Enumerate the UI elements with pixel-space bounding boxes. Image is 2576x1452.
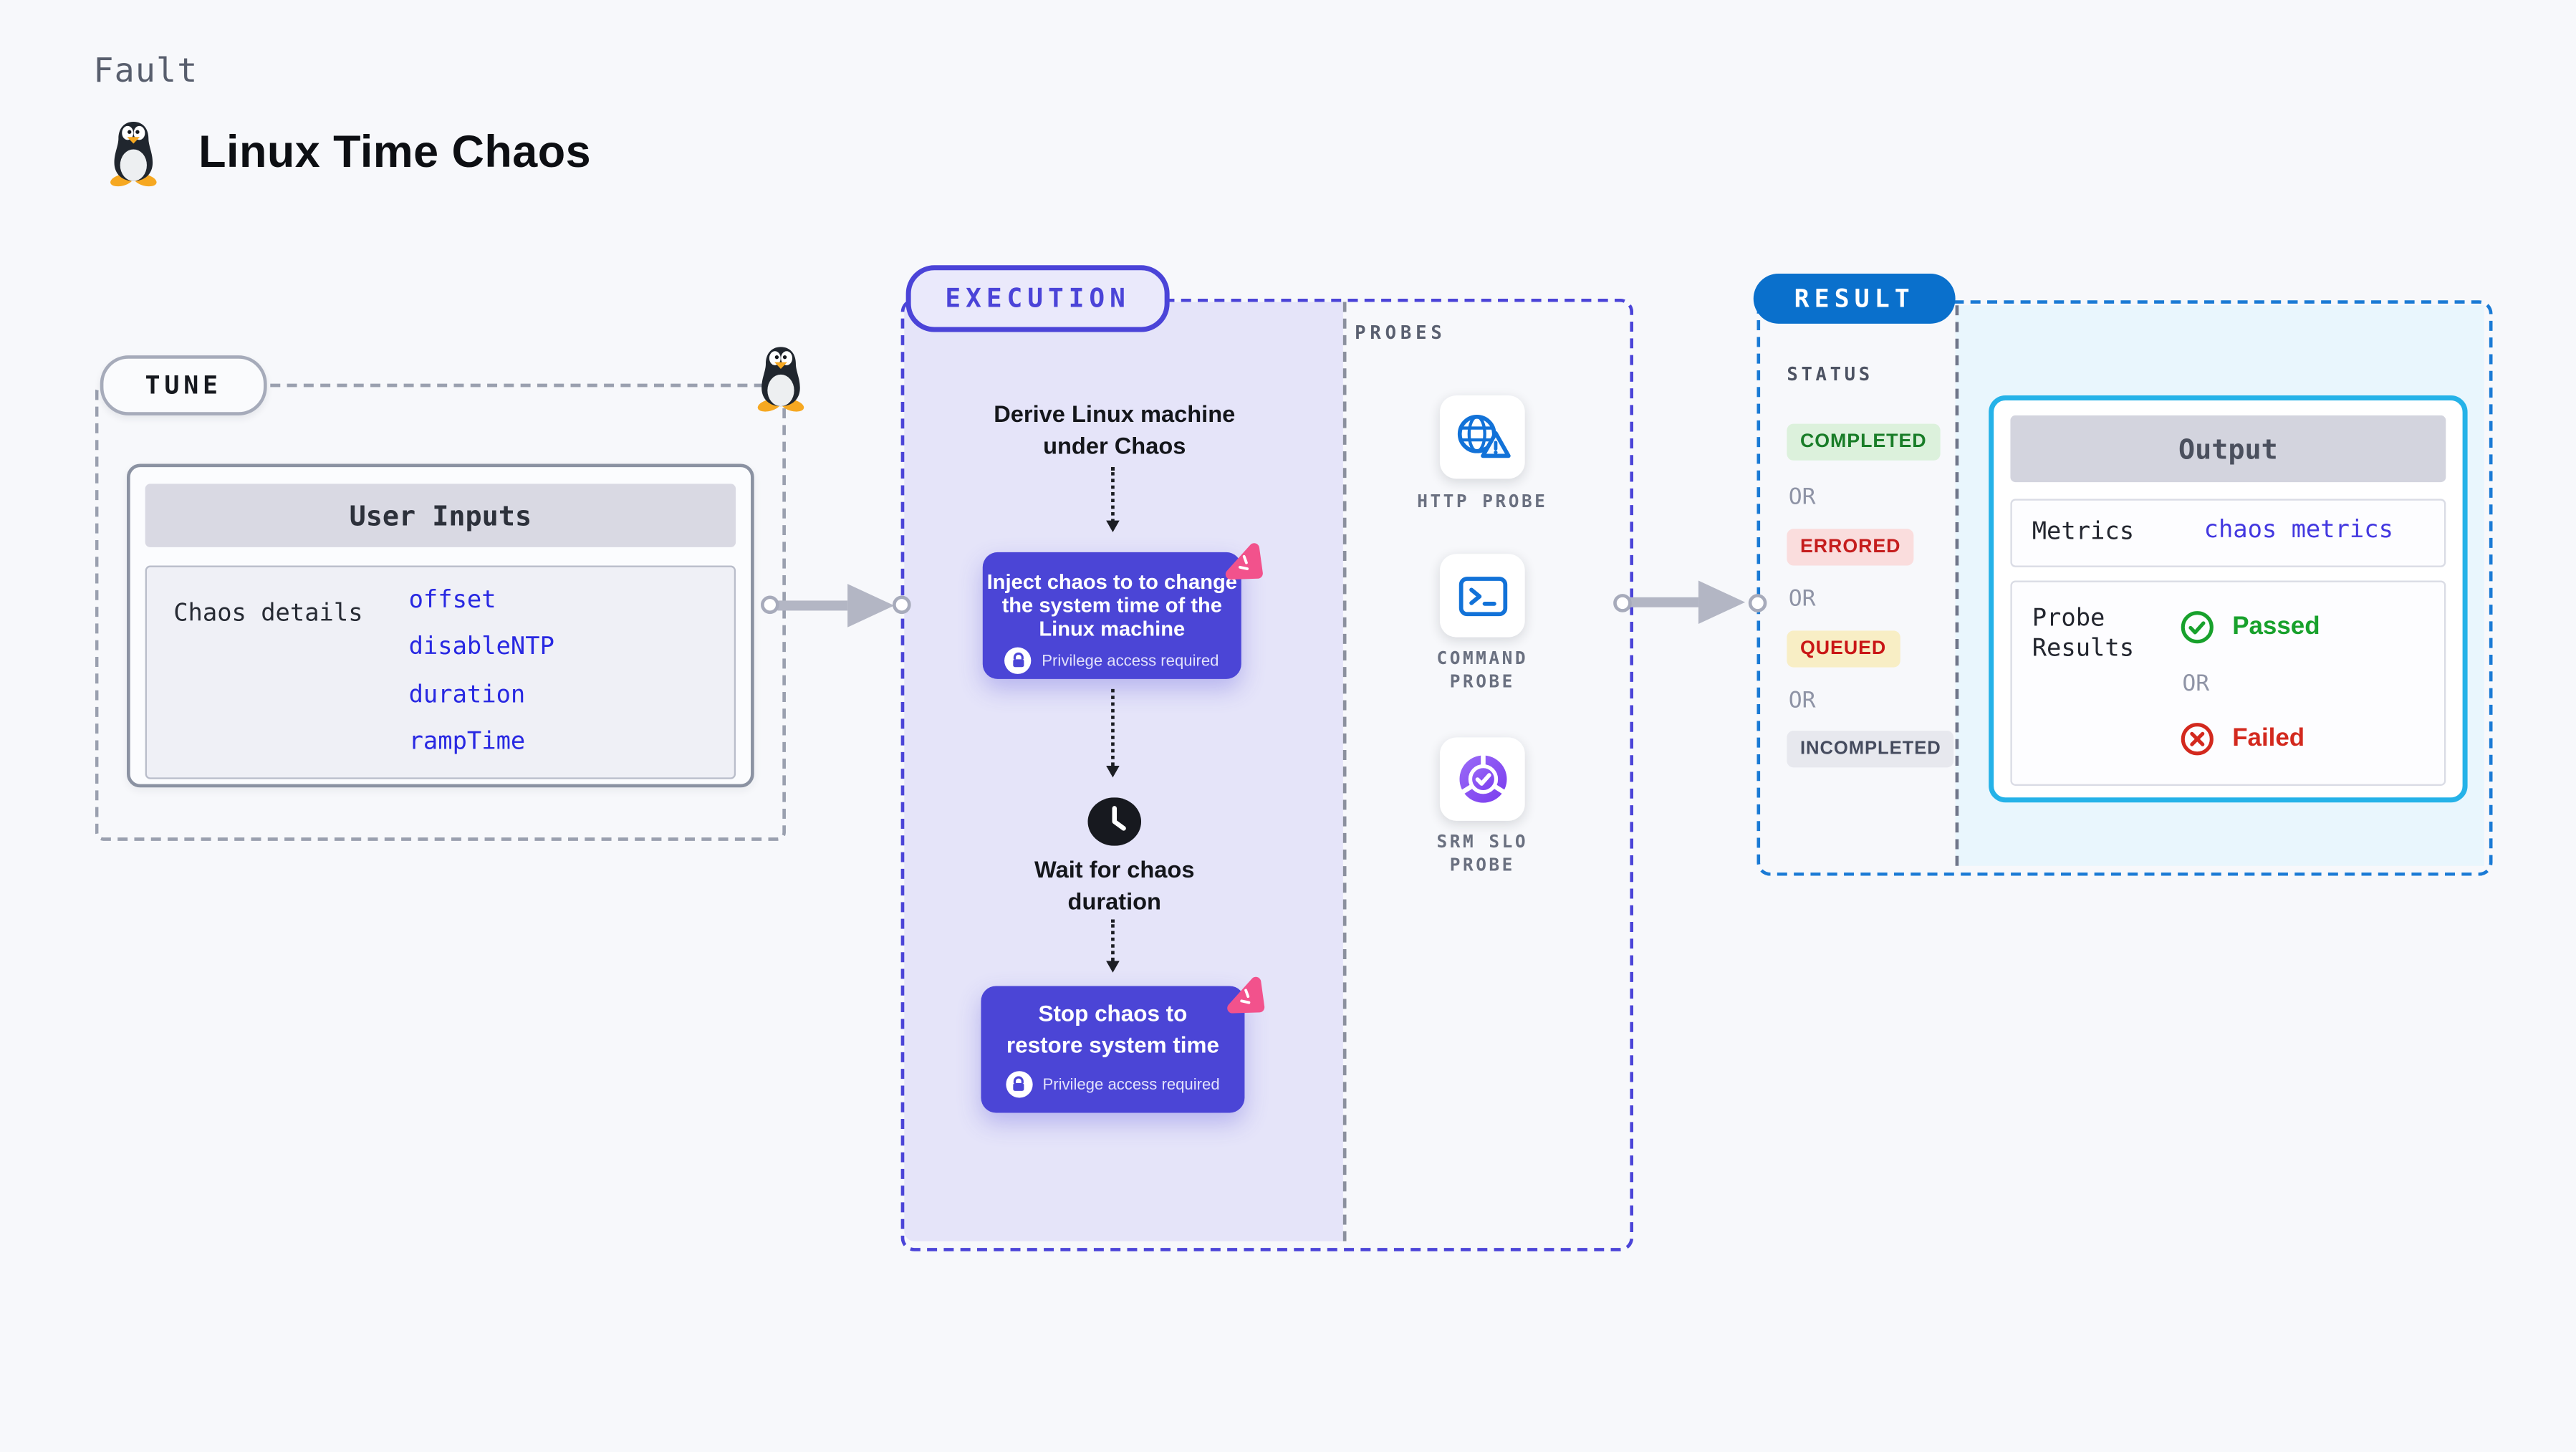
stop-chaos-step: Stop chaos to restore system time Privil…: [981, 986, 1245, 1113]
derive-line-2: under Chaos: [1043, 432, 1186, 459]
user-inputs-table: Chaos details offset disableNTP duration…: [145, 565, 736, 779]
flow-arrow-down-icon: [1105, 919, 1119, 973]
inject-line-3: Linux machine: [1039, 616, 1186, 640]
command-probe-label: COMMAND PROBE: [1381, 649, 1583, 694]
tux-penguin-icon: [110, 122, 157, 187]
privilege-note: Privilege access required: [1042, 652, 1219, 671]
probe-label-line: COMMAND: [1436, 648, 1529, 669]
or-separator: OR: [1788, 585, 1816, 612]
probe-label-line: PROBE: [1449, 855, 1515, 875]
metrics-row: Metrics chaos metrics: [2010, 499, 2446, 567]
chaos-logo-icon: [1227, 976, 1265, 1014]
probe-results-row: Probe Results Passed OR Failed: [2010, 580, 2446, 786]
chaos-details-label: Chaos details: [173, 600, 363, 628]
probes-section-label: PROBES: [1355, 322, 1446, 344]
flow-arrow-down-icon: [1105, 467, 1119, 532]
privilege-note: Privilege access required: [1042, 1075, 1220, 1094]
user-inputs-card: User Inputs Chaos details offset disable…: [127, 463, 754, 788]
srm-slo-probe-card: [1439, 737, 1525, 821]
clock-icon: [1087, 797, 1142, 846]
tunable-ramptime[interactable]: rampTime: [409, 729, 526, 756]
or-separator: OR: [1788, 484, 1816, 511]
execution-badge: EXECUTION: [905, 265, 1170, 332]
wait-line-1: Wait for chaos: [1034, 855, 1195, 883]
arrow-right-icon: [847, 582, 895, 627]
arrow-shaft: [1630, 597, 1698, 607]
probe-label-line: PROBE: [1449, 671, 1515, 692]
inject-line-1: Inject chaos to to change: [986, 570, 1237, 595]
derive-step-text: Derive Linux machine under Chaos: [934, 399, 1294, 463]
connector-dot: [893, 595, 911, 615]
lock-icon: [1005, 648, 1032, 675]
tunable-offset[interactable]: offset: [409, 587, 496, 614]
globe-alert-icon: [1456, 414, 1510, 458]
arrow-right-icon: [1698, 580, 1746, 625]
command-probe-card: [1439, 554, 1525, 638]
failed-label: Failed: [2232, 723, 2305, 753]
or-separator: OR: [1788, 687, 1816, 714]
inject-line-2: the system time of the: [1001, 593, 1222, 617]
user-inputs-title: User Inputs: [145, 484, 736, 547]
status-badge-incompleted: INCOMPLETED: [1787, 731, 1955, 768]
http-probe-label: HTTP PROBE: [1381, 492, 1583, 514]
terminal-icon: [1458, 575, 1507, 615]
tunable-duration[interactable]: duration: [409, 683, 526, 709]
connector-dot: [1747, 592, 1767, 612]
probes-divider-line: [1342, 302, 1347, 1241]
connector-dot: [1613, 592, 1632, 612]
output-title: Output: [2010, 415, 2446, 483]
wait-step-text: Wait for chaos duration: [934, 854, 1294, 918]
probe-label-line: SRM SLO: [1436, 832, 1529, 853]
status-badge-completed: COMPLETED: [1787, 423, 1941, 461]
probe-results-line: Probe: [2032, 605, 2105, 633]
or-separator: OR: [2182, 670, 2210, 698]
status-label: STATUS: [1787, 363, 1873, 385]
flow-arrow-down-icon: [1105, 688, 1119, 778]
tunable-disablentp[interactable]: disableNTP: [409, 634, 554, 660]
chaos-logo-icon: [1225, 543, 1263, 580]
wait-line-2: duration: [1067, 888, 1161, 915]
metrics-label: Metrics: [2032, 519, 2135, 546]
slo-pie-icon: [1458, 751, 1506, 803]
derive-line-1: Derive Linux machine: [994, 400, 1236, 428]
connector-dot: [761, 595, 779, 615]
passed-label: Passed: [2232, 612, 2320, 641]
tune-badge: TUNE: [100, 355, 267, 415]
probe-results-label: Probe Results: [2032, 604, 2134, 664]
srm-slo-probe-label: SRM SLO PROBE: [1381, 832, 1583, 878]
metrics-value-link[interactable]: chaos metrics: [2204, 517, 2393, 544]
result-badge: RESULT: [1753, 273, 1956, 324]
fault-category-label: Fault: [93, 49, 198, 90]
http-probe-card: [1439, 395, 1525, 479]
status-badge-errored: ERRORED: [1787, 529, 1915, 566]
stop-line-1: Stop chaos to: [1038, 1001, 1188, 1027]
stop-line-2: restore system time: [1006, 1032, 1219, 1057]
check-circle-icon: [2181, 611, 2214, 644]
tux-penguin-icon: [757, 347, 804, 412]
probe-label-line: HTTP PROBE: [1417, 492, 1548, 513]
inject-chaos-step: Inject chaos to to change the system tim…: [982, 552, 1241, 679]
arrow-shaft: [777, 600, 848, 610]
lock-icon: [1006, 1071, 1033, 1098]
page-title: Linux Time Chaos: [198, 127, 592, 177]
x-circle-icon: [2181, 723, 2214, 756]
status-badge-queued: QUEUED: [1787, 630, 1900, 668]
output-card: Output Metrics chaos metrics Probe Resul…: [1989, 395, 2468, 803]
probe-results-line: Results: [2032, 635, 2135, 663]
diagram-canvas: Fault Linux Time Chaos TUNE User Inputs …: [0, 0, 2576, 1452]
